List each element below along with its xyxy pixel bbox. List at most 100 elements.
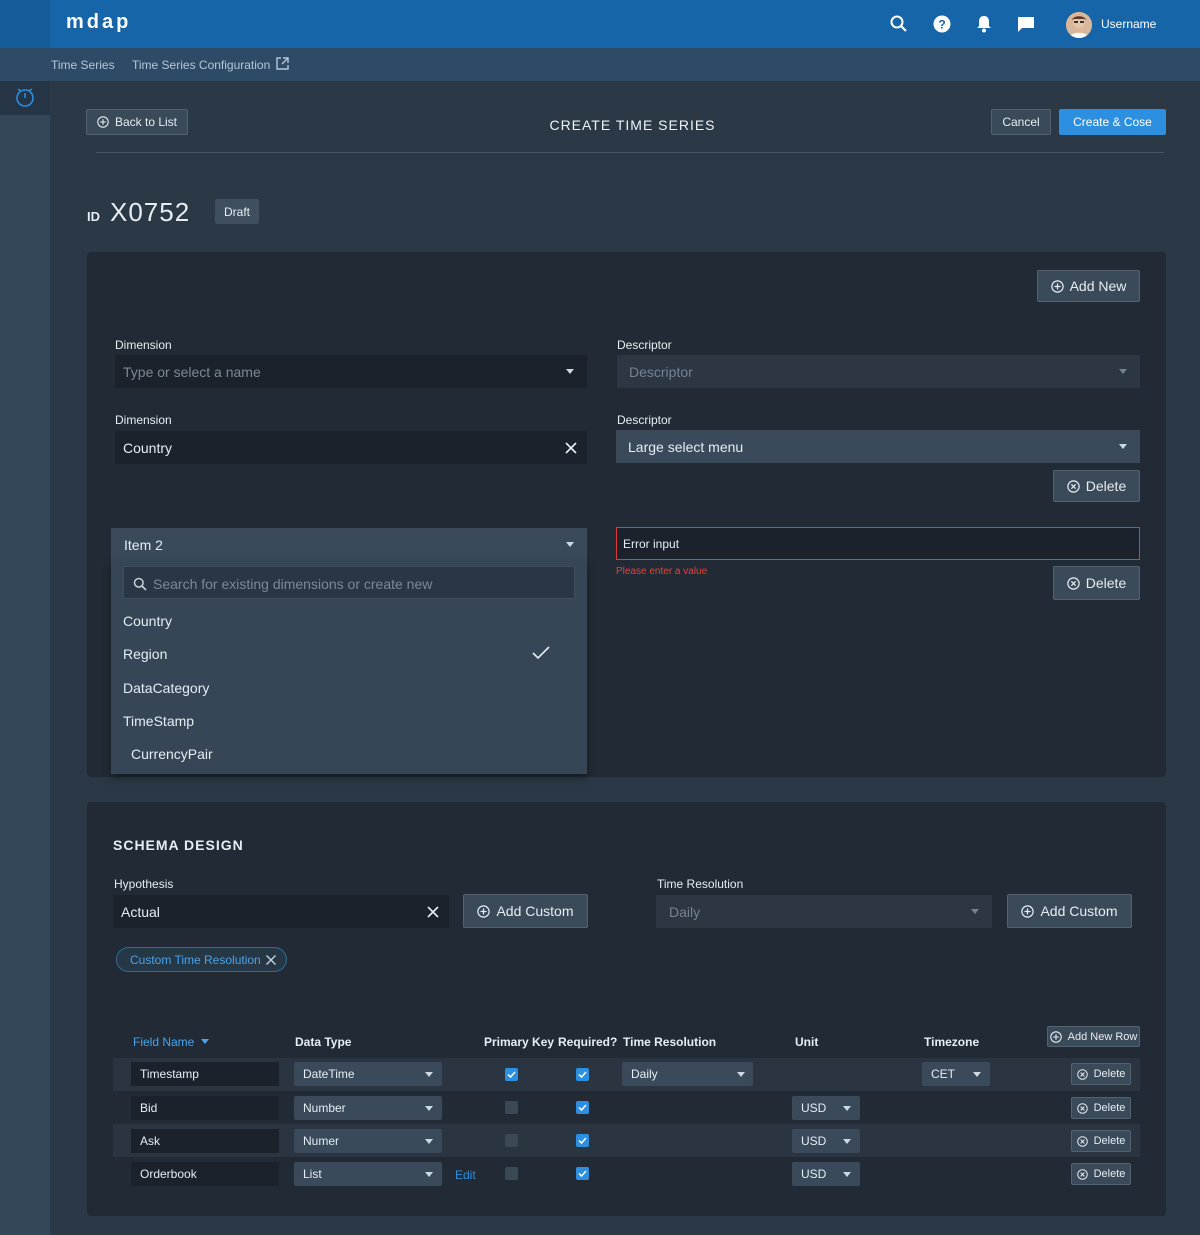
add-new-button[interactable]: Add New <box>1037 270 1140 302</box>
required-checkbox[interactable] <box>576 1167 589 1180</box>
dropdown-option[interactable]: TimeStamp <box>123 713 194 729</box>
add-new-row-label: Add New Row <box>1067 1030 1138 1043</box>
unit-select[interactable]: USD <box>792 1162 860 1186</box>
row-delete-button[interactable]: Delete <box>1071 1063 1131 1085</box>
checkmark-icon <box>532 646 550 660</box>
hypothesis-input[interactable]: Actual <box>113 895 449 928</box>
close-circle-icon <box>1067 479 1080 493</box>
help-icon[interactable]: ? <box>932 14 952 34</box>
delete-label: Delete <box>1085 478 1127 494</box>
bell-icon[interactable] <box>974 14 994 34</box>
column-timezone: Timezone <box>924 1035 980 1049</box>
data-type-select[interactable]: Numer <box>294 1129 442 1153</box>
tag-label: Custom Time Resolution <box>130 952 261 967</box>
add-new-row-button[interactable]: Add New Row <box>1047 1026 1140 1047</box>
chevron-down-icon <box>1119 444 1127 449</box>
plus-circle-icon <box>1050 279 1064 293</box>
column-field-name[interactable]: Field Name <box>133 1035 209 1049</box>
plus-circle-icon <box>477 904 491 918</box>
data-type-select[interactable]: DateTime <box>294 1062 442 1086</box>
clear-icon[interactable] <box>426 905 440 919</box>
chevron-down-icon <box>843 1106 851 1111</box>
primary-key-checkbox[interactable] <box>505 1167 518 1180</box>
row-delete-button[interactable]: Delete <box>1071 1163 1131 1185</box>
close-icon[interactable] <box>265 954 277 966</box>
table-row: Ask Numer USD Delete <box>113 1124 1140 1157</box>
username[interactable]: Username <box>1101 17 1156 31</box>
custom-time-resolution-tag[interactable]: Custom Time Resolution <box>116 947 287 972</box>
unit-value: USD <box>801 1134 827 1148</box>
time-resolution-select[interactable]: Daily <box>622 1062 753 1086</box>
sub-nav: Time Series Time Series Configuration <box>0 48 1200 81</box>
close-circle-icon <box>1076 1168 1088 1180</box>
field-name-input[interactable]: Ask <box>131 1129 279 1153</box>
subnav-time-series[interactable]: Time Series <box>51 58 115 72</box>
error-input[interactable]: Error input <box>616 527 1140 560</box>
required-checkbox[interactable] <box>576 1134 589 1147</box>
primary-key-checkbox[interactable] <box>505 1134 518 1147</box>
chevron-down-icon <box>1119 369 1127 374</box>
unit-select[interactable]: USD <box>792 1129 860 1153</box>
id-label: ID <box>87 209 100 224</box>
add-custom-button[interactable]: Add Custom <box>1007 894 1132 928</box>
plus-circle-icon <box>1049 1030 1062 1043</box>
column-time-resolution: Time Resolution <box>623 1035 717 1049</box>
row-delete-button[interactable]: Delete <box>1071 1097 1131 1119</box>
timezone-select[interactable]: CET <box>922 1062 990 1086</box>
table-row: Bid Number USD Delete <box>113 1091 1140 1124</box>
dimension-value: Country <box>123 439 173 456</box>
dimension-value: Item 2 <box>124 536 163 553</box>
column-field-name-label: Field Name <box>133 1035 195 1049</box>
cancel-button[interactable]: Cancel <box>991 109 1051 135</box>
chevron-up-icon <box>566 542 574 547</box>
required-checkbox[interactable] <box>576 1068 589 1081</box>
delete-button[interactable]: Delete <box>1053 566 1140 600</box>
brand-logo[interactable]: mdap <box>66 11 131 34</box>
edit-link[interactable]: Edit <box>455 1168 476 1182</box>
plus-circle-icon <box>1021 904 1035 918</box>
required-checkbox[interactable] <box>576 1101 589 1114</box>
dimension-label: Dimension <box>115 338 172 352</box>
table-row: Orderbook List Edit USD Delete <box>113 1157 1140 1190</box>
chevron-down-icon <box>973 1072 981 1077</box>
delete-button[interactable]: Delete <box>1053 470 1140 502</box>
svg-text:?: ? <box>938 18 945 32</box>
subnav-time-series-configuration[interactable]: Time Series Configuration <box>132 58 270 72</box>
create-close-button[interactable]: Create & Cose <box>1059 109 1166 135</box>
search-icon[interactable] <box>889 14 909 34</box>
primary-key-checkbox[interactable] <box>505 1068 518 1081</box>
avatar[interactable] <box>1066 12 1092 38</box>
chevron-down-icon <box>425 1072 433 1077</box>
descriptor-placeholder: Descriptor <box>629 363 693 380</box>
add-custom-label: Add Custom <box>496 903 574 919</box>
field-name-input[interactable]: Timestamp <box>131 1062 279 1086</box>
field-name-input[interactable]: Bid <box>131 1096 279 1120</box>
add-custom-button[interactable]: Add Custom <box>463 894 588 928</box>
clear-icon[interactable] <box>564 441 578 455</box>
unit-select[interactable]: USD <box>792 1096 860 1120</box>
dimension-select-3[interactable]: Item 2 <box>111 528 587 561</box>
row-delete-button[interactable]: Delete <box>1071 1130 1131 1152</box>
data-type-select[interactable]: Number <box>294 1096 442 1120</box>
divider <box>96 152 1164 153</box>
data-type-select[interactable]: List <box>294 1162 442 1186</box>
hypothesis-value: Actual <box>121 903 160 920</box>
error-input-value: Error input <box>623 536 680 551</box>
sidebar-item-time-series[interactable] <box>0 81 50 115</box>
dropdown-option[interactable]: CurrencyPair <box>131 746 213 762</box>
dimension-dropdown-menu: Search for existing dimensions or create… <box>111 561 587 774</box>
external-link-icon[interactable] <box>275 56 290 71</box>
column-data-type: Data Type <box>295 1035 352 1049</box>
dropdown-option[interactable]: DataCategory <box>123 680 209 696</box>
time-resolution-label: Time Resolution <box>657 877 744 891</box>
dropdown-option[interactable]: Region <box>123 646 167 662</box>
close-circle-icon <box>1076 1102 1088 1114</box>
dropdown-option[interactable]: Country <box>123 613 172 629</box>
descriptor-select-2[interactable]: Large select menu <box>616 430 1140 463</box>
primary-key-checkbox[interactable] <box>505 1101 518 1114</box>
field-name-input[interactable]: Orderbook <box>131 1162 279 1186</box>
chat-icon[interactable] <box>1016 14 1036 34</box>
dimension-input-2[interactable]: Country <box>115 431 587 464</box>
dimension-select-1[interactable]: Type or select a name <box>115 355 587 388</box>
dropdown-search-input[interactable]: Search for existing dimensions or create… <box>123 566 575 599</box>
